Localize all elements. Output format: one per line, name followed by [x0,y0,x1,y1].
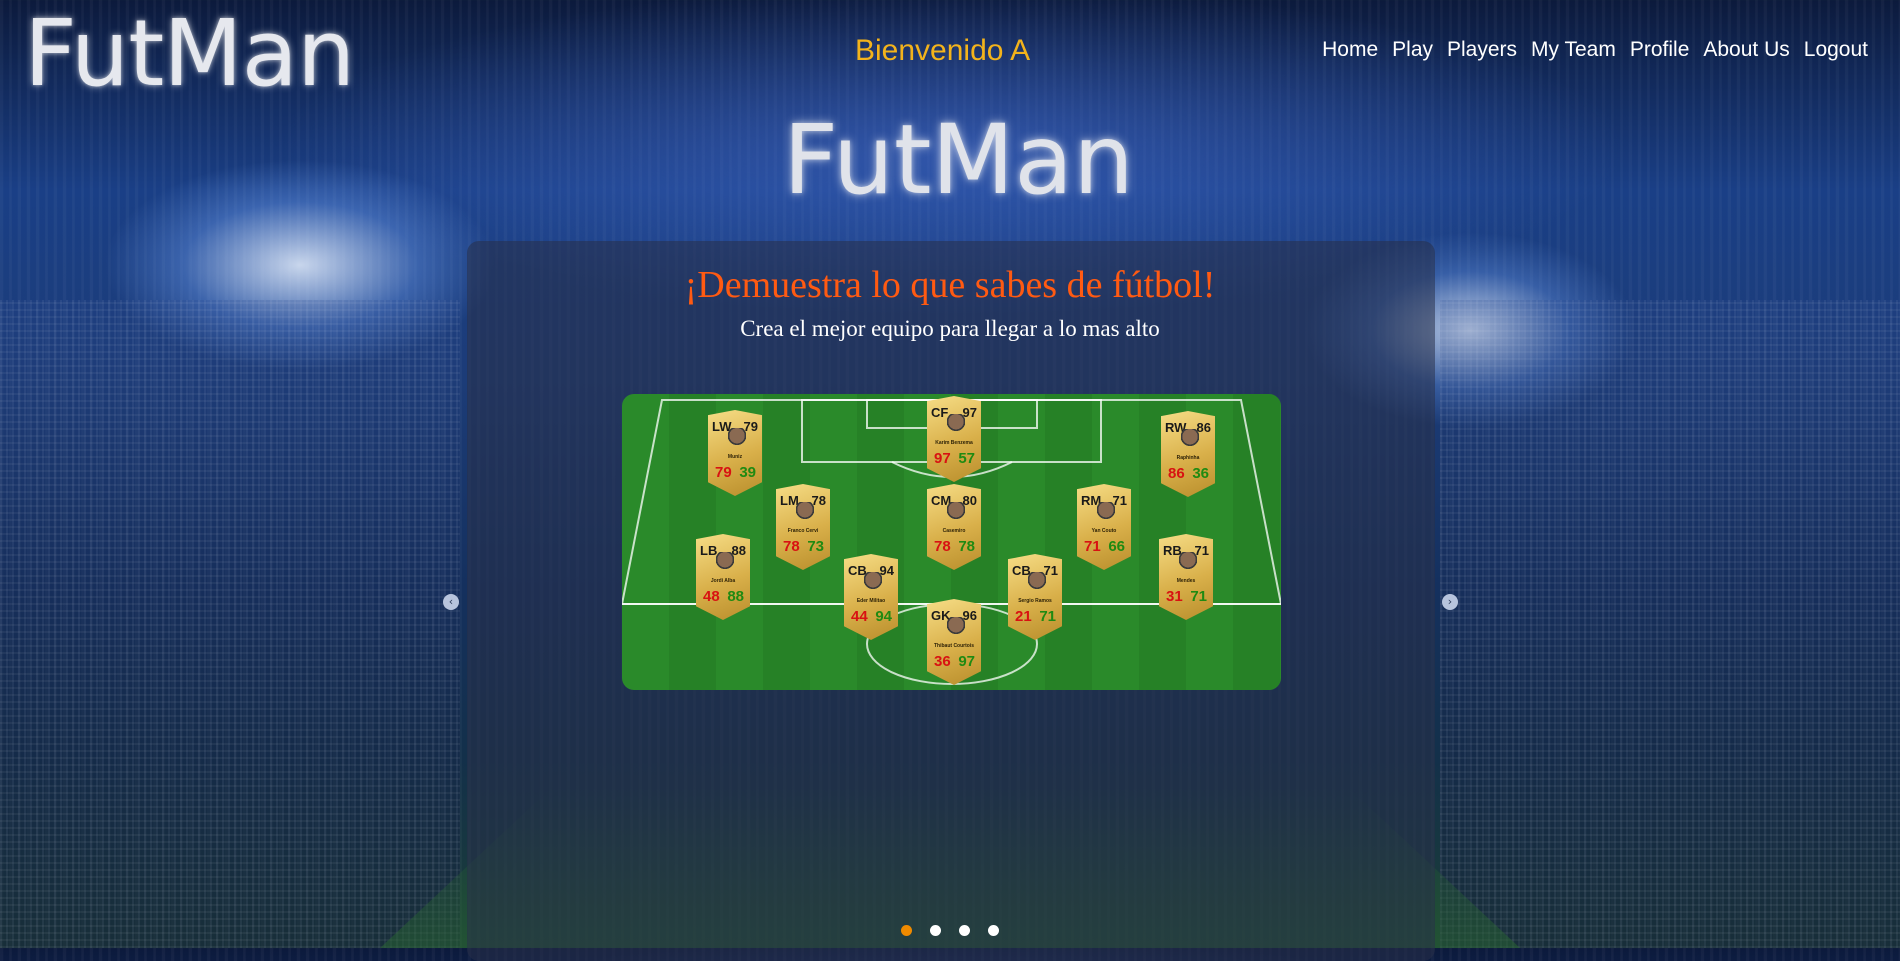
stadium-crowd-left [0,300,460,948]
player-avatar [796,502,814,524]
card-stat-defense: 39 [739,464,756,481]
card-stat-attack: 79 [715,464,732,481]
nav-about-us[interactable]: About Us [1703,38,1789,62]
card-stat-attack: 31 [1166,588,1183,605]
player-card-lb[interactable]: LB 88 Jordi Alba 48 88 [696,534,750,620]
player-avatar [716,552,734,574]
card-stat-defense: 94 [875,608,892,625]
player-avatar [947,617,965,639]
card-player-name: Eder Militao [856,598,886,604]
card-player-name: Muniz [727,454,743,460]
chevron-left-icon[interactable]: ‹ [443,594,459,610]
player-avatar [728,428,746,450]
card-stat-attack: 78 [783,538,800,555]
nav-profile[interactable]: Profile [1630,38,1690,62]
player-card-lm[interactable]: LM 78 Franco Cervi 78 73 [776,484,830,570]
card-player-name: Raphinha [1176,455,1200,461]
card-stat-attack: 44 [851,608,868,625]
player-avatar [1181,429,1199,451]
nav-players[interactable]: Players [1447,38,1517,62]
card-stat-defense: 71 [1039,608,1056,625]
card-stat-defense: 66 [1108,538,1125,555]
player-card-gk[interactable]: GK 96 Thibaut Courtois 36 97 [927,599,981,685]
card-stat-attack: 21 [1015,608,1032,625]
card-player-name: Franco Cervi [787,528,819,534]
carousel-dot-4[interactable] [988,925,999,936]
site-logo[interactable]: FutMan [24,0,355,107]
player-card-cb-left[interactable]: CB 94 Eder Militao 44 94 [844,554,898,640]
hero-slogan: ¡Demuestra lo que sabes de fútbol! [684,264,1216,306]
player-avatar [947,502,965,524]
card-player-name: Yan Couto [1091,528,1117,534]
carousel-indicators [0,925,1900,936]
card-player-name: Casemiro [942,528,966,534]
card-position: CF [931,405,949,420]
card-stat-attack: 86 [1168,465,1185,482]
player-card-cf[interactable]: CF 97 Karim Benzema 97 57 [927,396,981,482]
card-stat-defense: 36 [1192,465,1209,482]
carousel-slide-lineup: LW 79 Muniz 79 39 CF 97 Karim Benzema 97… [622,394,1281,690]
player-card-cb-right[interactable]: CB 71 Sergio Ramos 21 71 [1008,554,1062,640]
player-avatar [1179,552,1197,574]
card-player-name: Thibaut Courtois [934,643,974,649]
card-stat-attack: 36 [934,653,951,670]
player-avatar [947,414,965,436]
player-card-rb[interactable]: RB 71 Mendes 31 71 [1159,534,1213,620]
card-stat-defense: 78 [958,538,975,555]
nav-home[interactable]: Home [1322,38,1378,62]
card-player-name: Jordi Alba [710,578,736,584]
welcome-message: Bienvenido A [855,34,1031,67]
player-card-rm[interactable]: RM 71 Yan Couto 71 66 [1077,484,1131,570]
player-card-rw[interactable]: RW 86 Raphinha 86 36 [1161,411,1215,497]
nav-my-team[interactable]: My Team [1531,38,1616,62]
card-stat-defense: 97 [958,653,975,670]
card-stat-defense: 88 [727,588,744,605]
player-avatar [1028,572,1046,594]
carousel-dot-2[interactable] [930,925,941,936]
card-stat-attack: 78 [934,538,951,555]
card-player-name: Karim Benzema [935,440,973,446]
hero-subtitle: Crea el mejor equipo para llegar a lo ma… [740,316,1160,341]
main-nav: Home Play Players My Team Profile About … [1322,38,1868,62]
chevron-right-icon[interactable]: › [1442,594,1458,610]
card-position: LB [700,543,718,558]
card-stat-defense: 71 [1190,588,1207,605]
card-stat-defense: 73 [807,538,824,555]
player-card-cm[interactable]: CM 80 Casemiro 78 78 [927,484,981,570]
card-stat-attack: 71 [1084,538,1101,555]
carousel-dot-3[interactable] [959,925,970,936]
player-avatar [864,572,882,594]
carousel-dot-1[interactable] [901,925,912,936]
card-stat-attack: 48 [703,588,720,605]
card-player-name: Mendes [1176,578,1196,584]
player-avatar [1097,502,1115,524]
stadium-crowd-right [1440,300,1900,948]
card-stat-defense: 57 [958,450,975,467]
player-card-lw[interactable]: LW 79 Muniz 79 39 [708,410,762,496]
nav-play[interactable]: Play [1392,38,1433,62]
hero-logo: FutMan [783,104,1134,216]
card-player-name: Sergio Ramos [1018,598,1052,604]
nav-logout[interactable]: Logout [1804,38,1868,62]
card-stat-attack: 97 [934,450,951,467]
